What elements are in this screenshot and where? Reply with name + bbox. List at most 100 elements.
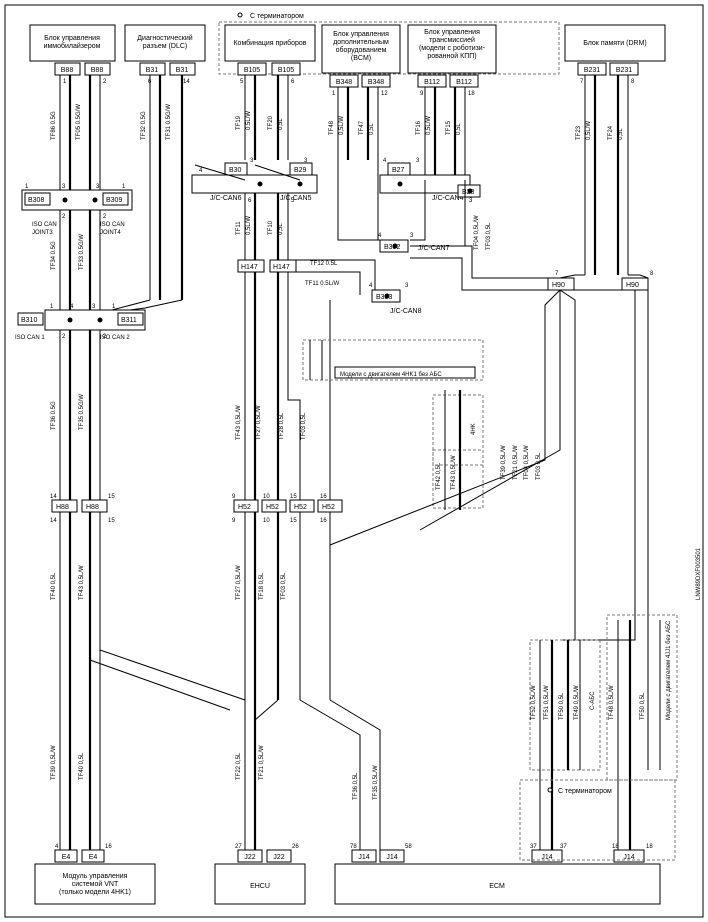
- svg-text:14: 14: [50, 494, 57, 500]
- svg-text:TF04 0,5L/W: TF04 0,5L/W: [474, 215, 480, 250]
- svg-text:С-АБС: С-АБС: [590, 691, 596, 710]
- svg-text:B30: B30: [229, 167, 242, 174]
- block-drm: Блок памяти (DRM): [565, 25, 665, 61]
- svg-text:TF35 0,5L/W: TF35 0,5L/W: [373, 765, 379, 800]
- svg-text:H147: H147: [241, 264, 258, 271]
- block-ecm: ECM: [335, 864, 660, 904]
- svg-text:TF23: TF23: [576, 125, 582, 140]
- svg-text:TF11 0.5L/W: TF11 0.5L/W: [305, 281, 340, 287]
- svg-text:H88: H88: [86, 504, 99, 511]
- svg-text:TF03 0,5L: TF03 0,5L: [536, 452, 542, 480]
- svg-text:TF52 0,5L/W: TF52 0,5L/W: [531, 685, 537, 720]
- page-id: LNW89DXF003501: [696, 547, 702, 600]
- svg-text:TF03 0,5L: TF03 0,5L: [301, 412, 307, 440]
- svg-text:B310: B310: [21, 317, 37, 324]
- svg-text:TF51 0,5L/W: TF51 0,5L/W: [544, 685, 550, 720]
- svg-text:TF19: TF19: [236, 115, 242, 130]
- svg-text:TF12 0.5L: TF12 0.5L: [310, 261, 338, 267]
- svg-text:J14: J14: [386, 854, 397, 861]
- svg-text:TF05 0.5G/W: TF05 0.5G/W: [76, 104, 82, 140]
- svg-text:TF50 0,5L: TF50 0,5L: [559, 692, 565, 720]
- block-transmission: Блок управлениятрансмиссией(модели с роб…: [408, 25, 496, 73]
- svg-text:B105: B105: [278, 67, 294, 74]
- svg-text:10: 10: [263, 494, 270, 500]
- svg-text:18: 18: [646, 844, 653, 850]
- svg-text:TF28 0,5L: TF28 0,5L: [279, 412, 285, 440]
- svg-text:TF36 0,5L: TF36 0,5L: [353, 772, 359, 800]
- svg-text:H90: H90: [552, 282, 565, 289]
- svg-text:15: 15: [108, 494, 115, 500]
- svg-text:TF22 0,5L: TF22 0,5L: [236, 752, 242, 780]
- svg-text:TF32 0.5G: TF32 0.5G: [141, 111, 147, 140]
- svg-text:TF03 0,5L: TF03 0,5L: [486, 222, 492, 250]
- svg-text:Комбинация приборов: Комбинация приборов: [233, 39, 306, 47]
- svg-text:TF16: TF16: [416, 120, 422, 135]
- svg-text:TF34 0.5G: TF34 0.5G: [51, 241, 57, 270]
- svg-text:J/C-CAN6: J/C-CAN6: [210, 195, 242, 202]
- svg-text:4HK: 4HK: [471, 423, 477, 435]
- svg-text:TF15: TF15: [446, 120, 452, 135]
- svg-text:TF35 0.5G/W: TF35 0.5G/W: [79, 394, 85, 430]
- svg-text:E4: E4: [62, 854, 71, 861]
- svg-text:Модели с двигателем 4HK1 без А: Модели с двигателем 4HK1 без АБС: [340, 372, 442, 378]
- svg-text:B112: B112: [456, 79, 472, 86]
- svg-text:B231: B231: [584, 67, 600, 74]
- svg-text:Модели с двигателем 4JJ1 без А: Модели с двигателем 4JJ1 без АБС: [666, 620, 672, 720]
- svg-text:16: 16: [105, 844, 112, 850]
- svg-text:TF27 0,5L/W: TF27 0,5L/W: [256, 405, 262, 440]
- svg-text:10: 10: [263, 518, 270, 524]
- svg-text:Блок управлениятрансмиссией(мо: Блок управлениятрансмиссией(модели с роб…: [419, 29, 486, 60]
- svg-text:0,5L/W: 0,5L/W: [339, 116, 345, 135]
- svg-text:B348: B348: [368, 79, 384, 86]
- svg-text:12: 12: [381, 91, 388, 97]
- svg-text:B231: B231: [616, 67, 632, 74]
- svg-text:TF39 0,5L/W: TF39 0,5L/W: [51, 745, 57, 780]
- svg-text:TF27 0,5L/W: TF27 0,5L/W: [236, 565, 242, 600]
- svg-text:TF04 0,5L/W: TF04 0,5L/W: [524, 445, 530, 480]
- svg-text:TF39 0,5L/W: TF39 0,5L/W: [501, 445, 507, 480]
- svg-text:H52: H52: [322, 504, 335, 511]
- terminator-top-label: С терминатором: [250, 13, 304, 20]
- svg-text:78: 78: [350, 844, 357, 850]
- svg-text:TF86 0.5G: TF86 0.5G: [51, 111, 57, 140]
- svg-text:26: 26: [292, 844, 299, 850]
- svg-text:37: 37: [530, 844, 537, 850]
- svg-text:0,5L/W: 0,5L/W: [246, 216, 252, 235]
- svg-text:15: 15: [290, 494, 297, 500]
- svg-text:H88: H88: [56, 504, 69, 511]
- svg-text:TF10: TF10: [268, 220, 274, 235]
- svg-text:B27: B27: [392, 167, 405, 174]
- svg-text:14: 14: [183, 79, 190, 85]
- svg-text:18: 18: [468, 91, 475, 97]
- svg-text:ISO CAN 1: ISO CAN 1: [15, 335, 45, 341]
- svg-text:B309: B309: [106, 197, 122, 204]
- svg-text:TF20: TF20: [268, 115, 274, 130]
- svg-text:0.5L/W: 0.5L/W: [246, 111, 252, 130]
- svg-text:J/C-CAN8: J/C-CAN8: [390, 308, 422, 315]
- svg-text:B31: B31: [176, 67, 189, 74]
- svg-text:H52: H52: [294, 504, 307, 511]
- svg-text:14: 14: [50, 518, 57, 524]
- svg-text:B353: B353: [376, 294, 392, 301]
- svg-text:TF11: TF11: [236, 221, 242, 235]
- svg-text:TF31 0.5G/W: TF31 0.5G/W: [166, 104, 172, 140]
- svg-text:ECM: ECM: [489, 883, 505, 890]
- svg-text:TF43 0,5L/W: TF43 0,5L/W: [451, 455, 457, 490]
- svg-text:0,5L: 0,5L: [278, 223, 284, 235]
- block-vnt: Модуль управлениясистемой VNT(только мод…: [35, 864, 155, 904]
- svg-text:TF43 0,5L/W: TF43 0,5L/W: [236, 405, 242, 440]
- svg-text:J/C-CAN5: J/C-CAN5: [280, 195, 312, 202]
- svg-text:B88: B88: [61, 67, 74, 74]
- svg-text:TF50 0,5L: TF50 0,5L: [640, 692, 646, 720]
- svg-text:0,5L: 0,5L: [278, 118, 284, 130]
- svg-text:H90: H90: [626, 282, 639, 289]
- block-ehcu: EHCU: [215, 864, 305, 904]
- svg-text:B352: B352: [384, 244, 400, 251]
- svg-text:TF03 0,5L: TF03 0,5L: [281, 572, 287, 600]
- svg-text:TF33 0.5G/W: TF33 0.5G/W: [79, 234, 85, 270]
- svg-text:Блок управленияиммобилайзером: Блок управленияиммобилайзером: [44, 35, 101, 50]
- block-instruments: Комбинация приборов: [225, 25, 315, 61]
- block-bcm: Блок управлениядополнительнымоборудовани…: [322, 25, 400, 73]
- svg-text:TF47: TF47: [359, 120, 365, 135]
- svg-text:B308: B308: [28, 197, 44, 204]
